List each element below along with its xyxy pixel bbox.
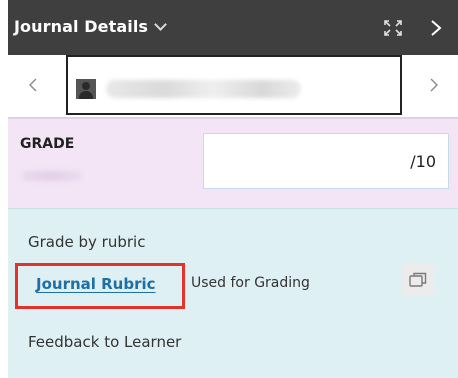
next-student-button[interactable] (426, 75, 442, 95)
grade-label: GRADE (20, 136, 75, 152)
grade-by-rubric-heading: Grade by rubric (28, 233, 146, 251)
expand-icon[interactable] (384, 20, 402, 36)
grade-sublabel-redacted (22, 171, 82, 181)
open-rubric-icon[interactable] (402, 264, 434, 296)
chevron-down-icon (154, 18, 167, 31)
student-name-redacted (106, 80, 301, 98)
chevron-right-icon[interactable] (428, 19, 444, 37)
journal-rubric-link[interactable]: Journal Rubric (36, 275, 156, 293)
panel-header: Journal Details (8, 0, 458, 55)
grade-input[interactable]: /10 (203, 133, 449, 189)
grade-max-points: /10 (410, 152, 436, 171)
journal-details-panel: Journal Details GRADE /10 Grade by rubri… (8, 0, 458, 378)
feedback-to-learner-label[interactable]: Feedback to Learner (28, 333, 181, 351)
student-navigator (8, 55, 458, 118)
rubric-status: Used for Grading (191, 275, 310, 291)
grade-section: GRADE /10 (8, 118, 458, 208)
journal-details-dropdown[interactable]: Journal Details (14, 17, 167, 36)
rubric-section: Grade by rubric Journal Rubric Used for … (8, 208, 458, 378)
user-avatar-icon (76, 79, 96, 99)
panel-title: Journal Details (14, 17, 149, 36)
previous-student-button[interactable] (25, 75, 41, 95)
